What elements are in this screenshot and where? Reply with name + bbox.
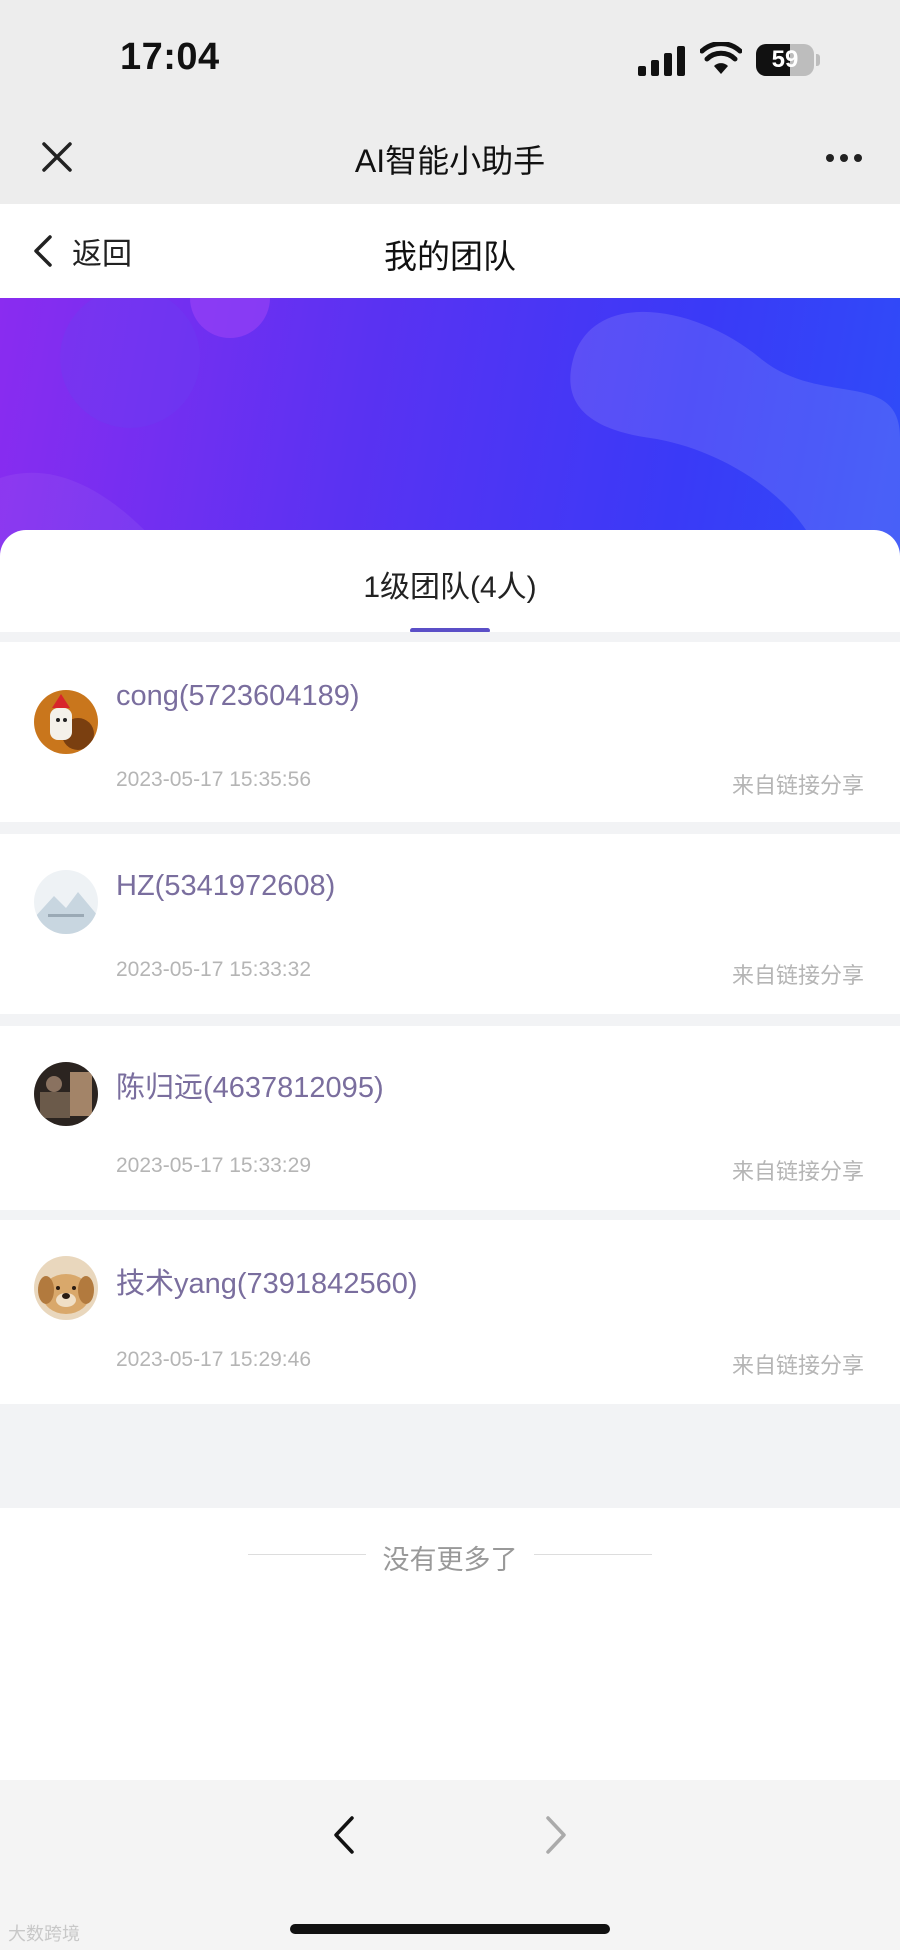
battery-percentage: 59 xyxy=(771,46,799,73)
tab-bar: 1级团队(4人) xyxy=(0,530,900,633)
battery-icon: 59 xyxy=(756,44,820,76)
list-item[interactable]: cong(5723604189) 2023-05-17 15:35:56 来自链… xyxy=(0,642,900,822)
member-source: 来自链接分享 xyxy=(731,773,864,798)
member-join-time: 2023-05-17 15:33:32 xyxy=(116,958,311,981)
avatar xyxy=(34,870,98,934)
wifi-icon xyxy=(700,42,742,74)
status-time: 17:04 xyxy=(120,36,220,78)
member-join-time: 2023-05-17 15:29:46 xyxy=(116,1348,311,1371)
banner-background xyxy=(0,298,900,558)
avatar xyxy=(34,690,98,754)
team-member-list: cong(5723604189) 2023-05-17 15:35:56 来自链… xyxy=(0,632,900,1508)
mini-program-title-bar: AI智能小助手 xyxy=(0,110,900,204)
tab-level-1-team[interactable]: 1级团队(4人) xyxy=(0,562,900,606)
page-title: 我的团队 xyxy=(384,238,516,275)
banner-decoration xyxy=(0,298,900,558)
app-title: AI智能小助手 xyxy=(354,143,546,179)
cellular-signal-icon xyxy=(638,46,685,76)
member-join-time: 2023-05-17 15:35:56 xyxy=(116,768,311,791)
browser-navigation-bar: 大数跨境 xyxy=(0,1780,900,1950)
member-name: HZ(5341972608) xyxy=(116,870,336,902)
navigate-forward-icon[interactable] xyxy=(538,1810,574,1860)
list-item[interactable]: HZ(5341972608) 2023-05-17 15:33:32 来自链接分… xyxy=(0,834,900,1014)
list-item[interactable]: 陈归远(4637812095) 2023-05-17 15:33:29 来自链接… xyxy=(0,1026,900,1210)
member-name: 陈归远(4637812095) xyxy=(116,1072,384,1104)
member-source: 来自链接分享 xyxy=(731,1159,864,1184)
divider xyxy=(534,1554,652,1555)
avatar xyxy=(34,1062,98,1126)
member-name: 技术yang(7391842560) xyxy=(116,1268,418,1300)
page-nav: 返回 我的团队 xyxy=(0,204,900,298)
member-join-time: 2023-05-17 15:33:29 xyxy=(116,1154,311,1177)
watermark: 大数跨境 xyxy=(8,1924,80,1944)
more-options-icon[interactable] xyxy=(818,138,870,178)
avatar xyxy=(34,1256,98,1320)
no-more-text: 没有更多了 xyxy=(382,1545,518,1575)
member-source: 来自链接分享 xyxy=(731,1353,864,1378)
list-footer: 没有更多了 xyxy=(0,1508,900,1780)
member-source: 来自链接分享 xyxy=(731,963,864,988)
home-indicator[interactable] xyxy=(290,1924,610,1934)
navigate-back-icon[interactable] xyxy=(326,1810,362,1860)
status-bar: 17:04 59 xyxy=(0,0,900,110)
list-item[interactable]: 技术yang(7391842560) 2023-05-17 15:29:46 来… xyxy=(0,1220,900,1404)
member-name: cong(5723604189) xyxy=(116,680,360,712)
